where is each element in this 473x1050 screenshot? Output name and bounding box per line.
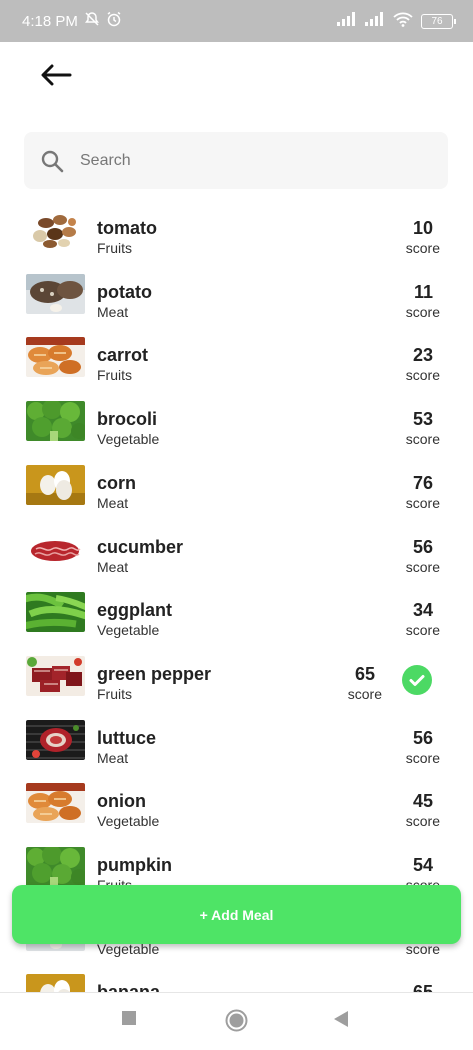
back-button[interactable] [40,60,80,90]
recent-apps-button[interactable] [121,1010,137,1031]
item-score: 65 [354,663,375,684]
back-nav-button[interactable] [333,1010,349,1033]
list-item[interactable]: potato Meat 11 score [0,269,473,333]
item-category: Vegetable [97,813,160,830]
food-image [26,464,85,505]
food-image [26,401,85,442]
food-image [26,847,85,887]
list-item[interactable]: corn Meat 76 score [0,460,473,524]
check-circle-icon[interactable] [402,664,432,695]
score-label: score [405,367,440,384]
system-nav-bar [0,993,473,1050]
item-name: green pepper [97,663,212,684]
food-image [26,337,85,378]
item-score: 65 [373,982,433,992]
list-item[interactable]: onion Vegetable 45 score [0,778,473,842]
home-button[interactable] [225,1009,248,1037]
item-category: Meat [97,558,129,575]
item-category: Fruits [97,685,132,702]
score-label: score [405,303,440,320]
item-name: brocoli [97,409,158,430]
list-item[interactable]: tomato Fruits 10 score [0,205,473,269]
signal-icon [337,12,357,30]
signal-icon-2 [365,12,385,30]
item-name: pumpkin [97,855,172,875]
arrow-left-icon [41,64,72,86]
list-item[interactable]: luttuce Meat 56 score [0,715,473,779]
score-label: score [405,749,440,766]
item-name: tomato [97,218,157,238]
item-score: 23 [412,345,433,366]
square-icon [122,1011,136,1025]
item-name: onion [97,791,146,812]
list-item[interactable]: brocoli Vegetable 53 score [0,396,473,460]
item-score: 11 [413,281,433,302]
score-label: score [405,558,440,575]
status-bar: 4:18 PM 76 [0,0,473,42]
item-name: potato [97,281,152,302]
item-name: corn [97,472,137,493]
item-category: Fruits [97,367,132,384]
food-image [26,655,85,696]
food-image [26,592,85,633]
item-score: 45 [412,791,433,812]
item-name: banana [97,982,160,992]
food-image [26,528,85,569]
item-score: 56 [412,727,433,748]
alarm-icon [106,11,122,31]
search-input[interactable] [80,151,400,170]
item-name: eggplant [97,600,172,621]
item-name: carrot [97,345,149,366]
list-item[interactable]: eggplant Vegetable 34 score [0,587,473,651]
add-meal-button[interactable]: + Add Meal [12,885,461,944]
meal-list[interactable]: tomato Fruits 10 score potato Meat 11 score carr… [0,200,473,992]
food-image [26,974,85,992]
score-label: score [405,813,440,830]
status-time: 4:18 PM [22,12,78,30]
score-label: score [405,494,440,511]
item-score: 53 [412,409,433,430]
list-item[interactable]: carrot Fruits 23 score [0,332,473,396]
list-item[interactable]: banana65score [0,969,473,992]
search-icon [41,150,64,172]
item-name: cucumber [97,536,184,557]
item-category: Meat [97,749,129,766]
item-score: 76 [412,472,433,493]
food-image [26,783,85,824]
triangle-back-icon [334,1011,348,1027]
item-name: luttuce [97,727,157,748]
search-box[interactable] [24,132,448,189]
item-category: Meat [97,494,129,511]
wifi-icon [393,12,413,31]
score-label: score [347,685,382,702]
item-category: Vegetable [97,431,160,448]
food-image [26,719,85,760]
item-category: Fruits [97,240,132,256]
circle-icon [225,1009,248,1032]
score-label: score [405,431,440,448]
food-image [26,273,85,314]
score-label: score [405,240,440,256]
item-category: Vegetable [97,622,160,639]
list-item[interactable]: cucumber Meat 56 score [0,524,473,588]
list-item[interactable]: green pepper Fruits 65 score [0,651,473,715]
item-score: 54 [412,855,433,875]
item-category: Meat [97,303,129,320]
battery-icon: 76 [421,13,456,29]
score-label: score [405,622,440,639]
item-score: 10 [412,218,433,238]
mute-icon [84,11,100,31]
item-score: 56 [412,536,433,557]
item-score: 34 [412,600,433,621]
food-image [26,210,85,250]
